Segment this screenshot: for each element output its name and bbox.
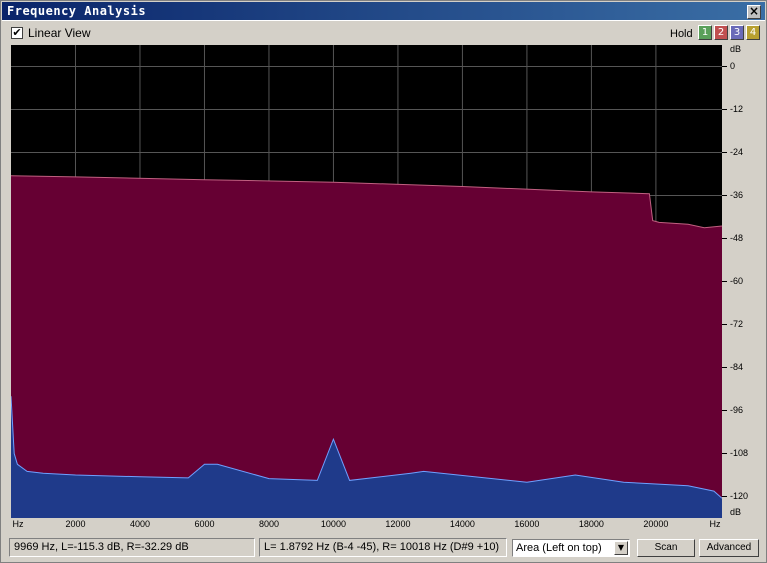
view-mode-select[interactable]: Area (Left on top) ▼ <box>512 539 630 557</box>
x-unit-label: Hz <box>12 519 24 529</box>
view-mode-value: Area (Left on top) <box>516 542 602 554</box>
hold-button-1[interactable]: 1 <box>698 25 712 40</box>
x-tick-label: 6000 <box>194 519 215 529</box>
linear-view-label[interactable]: Linear View <box>28 26 90 40</box>
cursor-readout: 9969 Hz, L=-115.3 dB, R=-32.29 dB <box>9 538 255 557</box>
x-tick-label: 10000 <box>320 519 346 529</box>
x-tick-label: 18000 <box>578 519 604 529</box>
y-axis: dB 0 -12 -24 -36 -48 -60 -72 -84 -96 -108 -120 dB <box>722 44 762 518</box>
chevron-down-icon[interactable]: ▼ <box>614 541 628 555</box>
y-tick-label: -108 <box>730 447 749 458</box>
advanced-button[interactable]: Advanced <box>699 539 759 557</box>
y-tick-label: 0 <box>730 60 736 71</box>
y-tick-label: -48 <box>730 232 744 243</box>
y-tick-label: -84 <box>730 361 744 372</box>
x-tick-label: 14000 <box>449 519 475 529</box>
x-tick-label: 4000 <box>129 519 150 529</box>
y-tick-label: -12 <box>730 103 744 114</box>
hold-button-3[interactable]: 3 <box>730 25 744 40</box>
hold-button-4[interactable]: 4 <box>746 25 760 40</box>
y-tick-label: -96 <box>730 404 744 415</box>
peak-readout: L= 1.8792 Hz (B-4 -45), R= 10018 Hz (D#9… <box>259 538 507 557</box>
y-tick-label: -24 <box>730 146 744 157</box>
series-area-R <box>11 175 722 519</box>
spectrum-svg <box>10 45 723 519</box>
y-unit-label-bottom: dB <box>730 507 742 517</box>
x-tick-label: 20000 <box>643 519 669 529</box>
linear-view-checkbox[interactable]: ✔ <box>11 27 23 39</box>
x-tick-label: 2000 <box>65 519 86 529</box>
spectrum-plot[interactable] <box>10 45 723 519</box>
y-tick-label: -60 <box>730 275 744 286</box>
x-tick-label: 12000 <box>385 519 411 529</box>
y-unit-label: dB <box>730 44 742 54</box>
close-icon[interactable]: × <box>747 5 761 19</box>
x-axis: Hz 2000 4000 6000 8000 10000 12000 14000 16000 18… <box>11 518 722 532</box>
frequency-analysis-window: Frequency Analysis × ✔ Linear View Hold … <box>0 0 767 563</box>
hold-button-2[interactable]: 2 <box>714 25 728 40</box>
title-bar: Frequency Analysis × <box>2 2 765 21</box>
x-tick-label: 8000 <box>258 519 279 529</box>
x-tick-label: 16000 <box>514 519 540 529</box>
scan-button[interactable]: Scan <box>637 539 695 557</box>
x-unit-label-right: Hz <box>709 519 721 529</box>
y-tick-label: -36 <box>730 189 744 200</box>
window-title: Frequency Analysis <box>7 4 147 18</box>
y-tick-label: -72 <box>730 318 744 329</box>
toolbar: ✔ Linear View Hold 1234 <box>1 22 766 44</box>
y-tick-label: -120 <box>730 490 749 501</box>
hold-label: Hold <box>670 28 693 40</box>
